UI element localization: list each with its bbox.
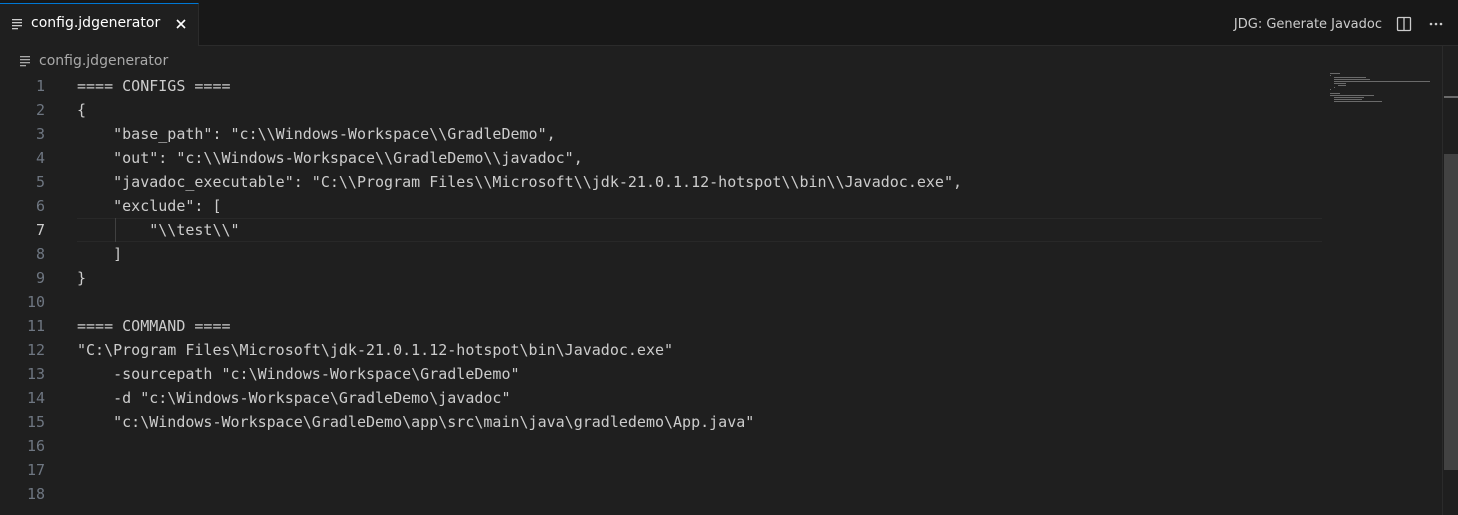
line-number: 17 [26, 461, 45, 479]
line-number: 4 [35, 149, 45, 167]
code-line[interactable]: "javadoc_executable": "C:\\Program Files… [77, 170, 1322, 194]
code-line[interactable]: "exclude": [ [77, 194, 1322, 218]
file-lines-icon [20, 56, 30, 67]
code-editor[interactable]: 1 2 3 4 5 6 7 8 9 10 11 12 13 14 15 16 1… [0, 74, 1442, 515]
code-line[interactable]: } [77, 266, 1322, 290]
code-lines[interactable]: ==== CONFIGS ==== { "base_path": "c:\\Wi… [77, 74, 1322, 506]
line-number: 2 [35, 101, 45, 119]
vertical-scrollbar[interactable] [1442, 46, 1458, 515]
code-line[interactable]: -d "c:\Windows-Workspace\GradleDemo\java… [77, 386, 1322, 410]
scrollbar-cursor-marker [1444, 96, 1458, 98]
code-line[interactable]: "c:\Windows-Workspace\GradleDemo\app\src… [77, 410, 1322, 434]
editor-tab-bar: config.jdgenerator JDG: Generate Javadoc [0, 0, 1458, 46]
line-number: 10 [26, 293, 45, 311]
code-line[interactable]: ] [77, 242, 1322, 266]
editor-actions: JDG: Generate Javadoc [1234, 14, 1444, 34]
line-number: 12 [26, 341, 45, 359]
line-number: 18 [26, 485, 45, 503]
file-lines-icon [12, 19, 22, 30]
line-number: 15 [26, 413, 45, 431]
code-line[interactable]: { [77, 98, 1322, 122]
generate-javadoc-button[interactable]: JDG: Generate Javadoc [1234, 17, 1382, 32]
tab-config-jdgenerator[interactable]: config.jdgenerator [0, 3, 199, 46]
code-line[interactable] [77, 482, 1322, 506]
code-line[interactable]: ==== COMMAND ==== [77, 314, 1322, 338]
line-number: 16 [26, 437, 45, 455]
line-number-gutter: 1 2 3 4 5 6 7 8 9 10 11 12 13 14 15 16 1… [0, 74, 60, 506]
code-line[interactable]: "base_path": "c:\\Windows-Workspace\\Gra… [77, 122, 1322, 146]
code-line-current[interactable]: "\\test\\" [77, 218, 1322, 242]
indent-guide [115, 218, 116, 242]
breadcrumb-file[interactable]: config.jdgenerator [39, 53, 168, 69]
code-line[interactable] [77, 458, 1322, 482]
code-line[interactable]: "out": "c:\\Windows-Workspace\\GradleDem… [77, 146, 1322, 170]
tab-label: config.jdgenerator [31, 15, 161, 31]
code-line[interactable]: ==== CONFIGS ==== [77, 74, 1322, 98]
code-line[interactable]: -sourcepath "c:\Windows-Workspace\Gradle… [77, 362, 1322, 386]
line-number: 14 [26, 389, 45, 407]
line-number: 1 [35, 77, 45, 95]
split-editor-icon[interactable] [1396, 16, 1412, 32]
line-number: 13 [26, 365, 45, 383]
line-number: 11 [26, 317, 45, 335]
close-icon[interactable] [174, 17, 188, 31]
line-number: 9 [35, 269, 45, 287]
minimap[interactable] [1328, 72, 1438, 112]
line-number: 5 [35, 173, 45, 191]
code-line[interactable]: "C:\Program Files\Microsoft\jdk-21.0.1.1… [77, 338, 1322, 362]
line-number: 6 [35, 197, 45, 215]
code-line[interactable] [77, 290, 1322, 314]
line-number: 3 [35, 125, 45, 143]
line-number-active: 7 [35, 221, 45, 239]
code-line[interactable] [77, 434, 1322, 458]
breadcrumb: config.jdgenerator [20, 51, 168, 71]
line-number: 8 [35, 245, 45, 263]
more-actions-icon[interactable] [1428, 16, 1444, 32]
scrollbar-thumb[interactable] [1444, 154, 1458, 470]
